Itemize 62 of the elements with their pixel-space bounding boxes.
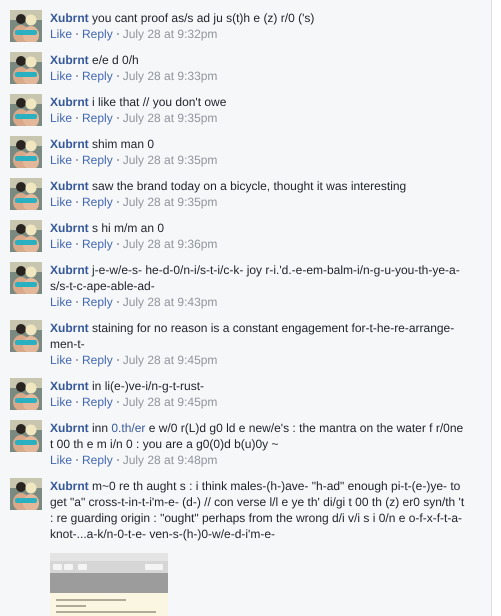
reply-link[interactable]: Reply (82, 194, 113, 210)
comment-text: Xubrnt s hi m/m an 0 (50, 220, 166, 236)
reply-link[interactable]: Reply (82, 452, 113, 468)
separator-dot (76, 301, 78, 303)
reply-link[interactable]: Reply (82, 294, 113, 310)
like-link[interactable]: Like (50, 194, 72, 210)
comment-text: Xubrnt shim man 0 (50, 136, 156, 152)
like-link[interactable]: Like (50, 236, 72, 252)
comment-text: Xubrnt you cant proof as/s ad ju s(t)h e (z) r/0 ('s) (50, 10, 316, 26)
comment-text: Xubrnt staining for no reason is a constant engagement for-t-he-re-arrange-men-t- (50, 320, 456, 352)
timestamp: July 28 at 9:32pm (122, 26, 218, 42)
separator-dot (116, 243, 119, 245)
separator-dot (116, 401, 119, 403)
separator-dot (116, 159, 119, 161)
comment-text: Xubrnt j-e-w/e-s- he-d-0/n-i/s-t-i/c-k- joy r-i.'d.-e-em-balm-i/n-g-u-you-th-ye-a-s/s-t-c-ape-able-ad- (50, 262, 461, 294)
separator-dot (116, 201, 119, 203)
separator-dot (116, 359, 119, 361)
separator-dot (76, 243, 78, 245)
comment-text: Xubrnt e/e d 0/h (50, 52, 140, 68)
separator-dot (76, 117, 78, 119)
separator-dot (116, 301, 119, 303)
timestamp: July 28 at 9:45pm (122, 394, 218, 410)
timestamp: July 28 at 9:33pm (122, 68, 218, 84)
reply-link[interactable]: Reply (82, 394, 113, 410)
reply-link[interactable]: Reply (82, 352, 113, 368)
reply-link[interactable]: Reply (82, 152, 113, 168)
separator-dot (116, 33, 119, 35)
like-link[interactable]: Like (50, 352, 72, 368)
separator-dot (76, 459, 78, 461)
timestamp: July 28 at 9:43pm (122, 294, 218, 310)
like-link[interactable]: Like (50, 110, 72, 126)
comment-text: Xubrnt saw the brand today on a bicycle, thought it was interesting (50, 178, 408, 194)
separator-dot (116, 117, 119, 119)
like-link[interactable]: Like (50, 68, 72, 84)
reply-link[interactable]: Reply (82, 110, 113, 126)
separator-dot (116, 75, 119, 77)
timestamp: July 28 at 9:35pm (122, 152, 218, 168)
timestamp: July 28 at 9:35pm (122, 194, 218, 210)
timestamp: July 28 at 9:45pm (122, 352, 218, 368)
timestamp: July 28 at 9:35pm (122, 110, 218, 126)
reply-link[interactable]: Reply (82, 26, 113, 42)
comment-text: Xubrnt inn 0.th/er e w/0 r(L)d g0 ld e new/e's : the mantra on the water f r/0ne t 00 th e m i/n 0 : you are a g0(0)d b(u)0y ~ (50, 420, 464, 452)
reply-link[interactable]: Reply (82, 68, 113, 84)
timestamp: July 28 at 9:36pm (122, 236, 218, 252)
comment-text: Xubrnt m~0 re th aught s : i think males-(h-)ave- "h-ad" enough pi-t-(e-)ye- to get "a" cross-t-in-t-i'm-e- (d-) // con verse l/l e ye th' di/gi t 00 th (z) er0 syn/th 't : re guarding origin : "ought" perhaps from the wrong d/i v/i s i 0/n e o-f-x-f-t-a-knot-...a-k/n-0-t-e- ven-s-(h-)0-w/e-d-i'm-e- (50, 478, 466, 542)
separator-dot (76, 359, 78, 361)
like-link[interactable]: Like (50, 452, 72, 468)
like-link[interactable]: Like (50, 394, 72, 410)
comment-text: Xubrnt in li(e-)ve-i/n-g-t-rust- (50, 378, 206, 394)
separator-dot (76, 159, 78, 161)
separator-dot (76, 75, 78, 77)
timestamp: July 28 at 9:48pm (122, 452, 218, 468)
text-link[interactable]: 0.th/er (111, 421, 146, 435)
separator-dot (76, 33, 78, 35)
like-link[interactable]: Like (50, 294, 72, 310)
like-link[interactable]: Like (50, 26, 72, 42)
separator-dot (116, 459, 119, 461)
separator-dot (76, 201, 78, 203)
separator-dot (76, 401, 78, 403)
reply-link[interactable]: Reply (82, 236, 113, 252)
like-link[interactable]: Like (50, 152, 72, 168)
comment-text: Xubrnt i like that // you don't owe (50, 94, 228, 110)
